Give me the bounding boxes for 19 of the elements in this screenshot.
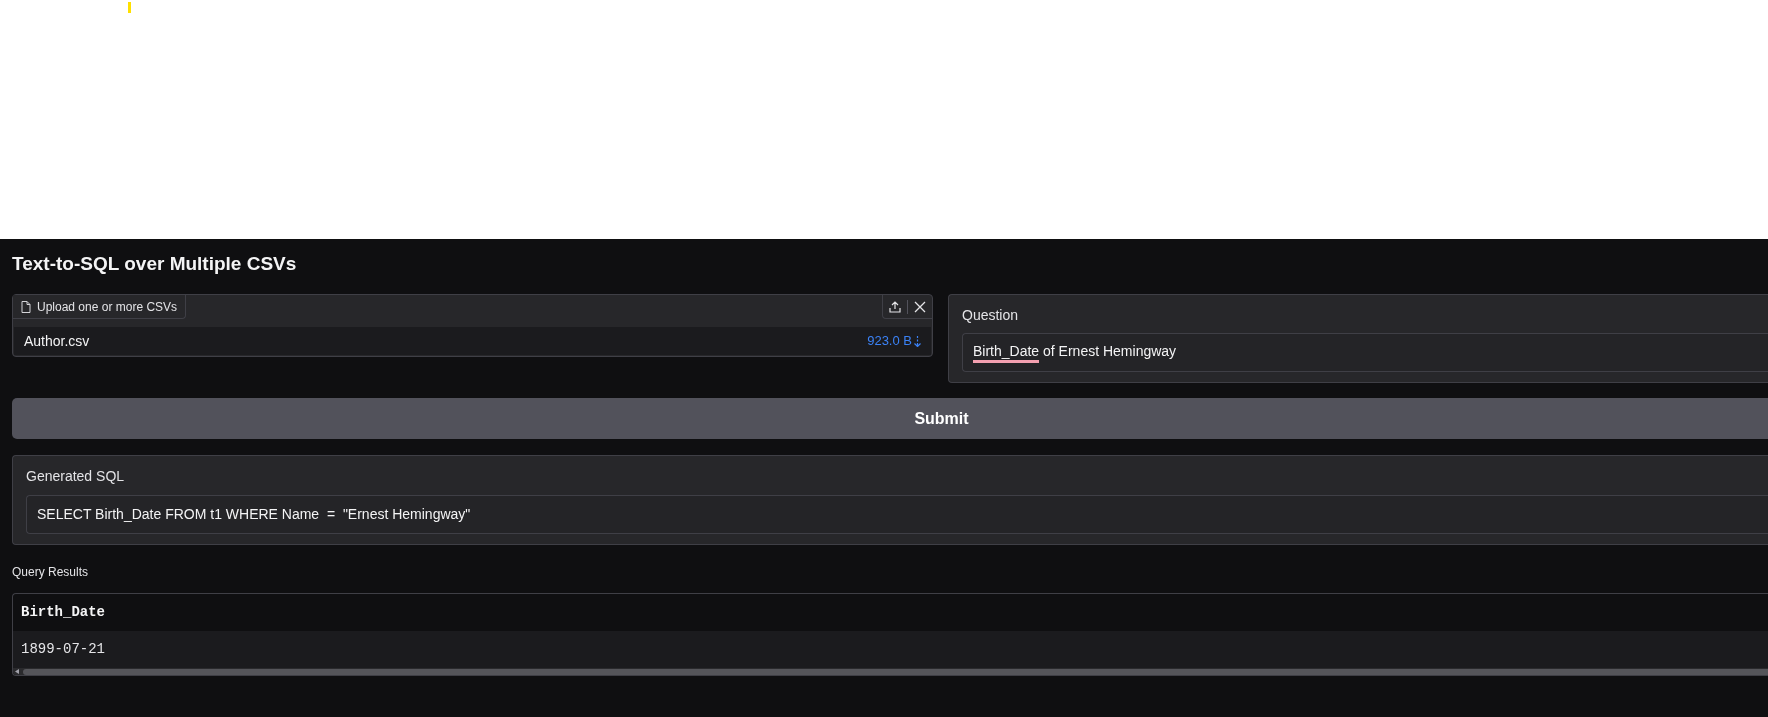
cursor-mark-icon — [128, 2, 131, 13]
file-icon — [21, 300, 31, 313]
submit-button[interactable]: Submit — [12, 398, 1768, 439]
query-results-label: Query Results — [12, 564, 89, 580]
close-icon[interactable] — [914, 300, 926, 313]
download-icon[interactable] — [914, 335, 921, 347]
file-name: Author.csv — [24, 331, 90, 351]
table-cell-text: 1899-07-21 — [20, 639, 105, 659]
generated-sql-label: Generated SQL — [26, 467, 125, 486]
upload-tab[interactable]: Upload one or more CSVs — [13, 295, 187, 319]
generated-sql-field[interactable]: SELECT Birth_Date FROM t1 WHERE Name = "Ernest Hemingway" — [26, 495, 1768, 534]
column-header[interactable]: Birth_Date — [13, 601, 105, 623]
scroll-left-icon[interactable] — [15, 669, 19, 675]
upload-icon[interactable] — [889, 300, 901, 313]
file-size-link[interactable]: 923.0 B — [867, 331, 912, 351]
file-row[interactable]: Author.csv 923.0 B — [14, 327, 931, 355]
question-label: Question — [962, 306, 1019, 325]
question-input[interactable]: Birth_Date of Ernest Hemingway — [962, 333, 1768, 372]
page-title: Text-to-SQL over Multiple CSVs — [12, 252, 297, 276]
